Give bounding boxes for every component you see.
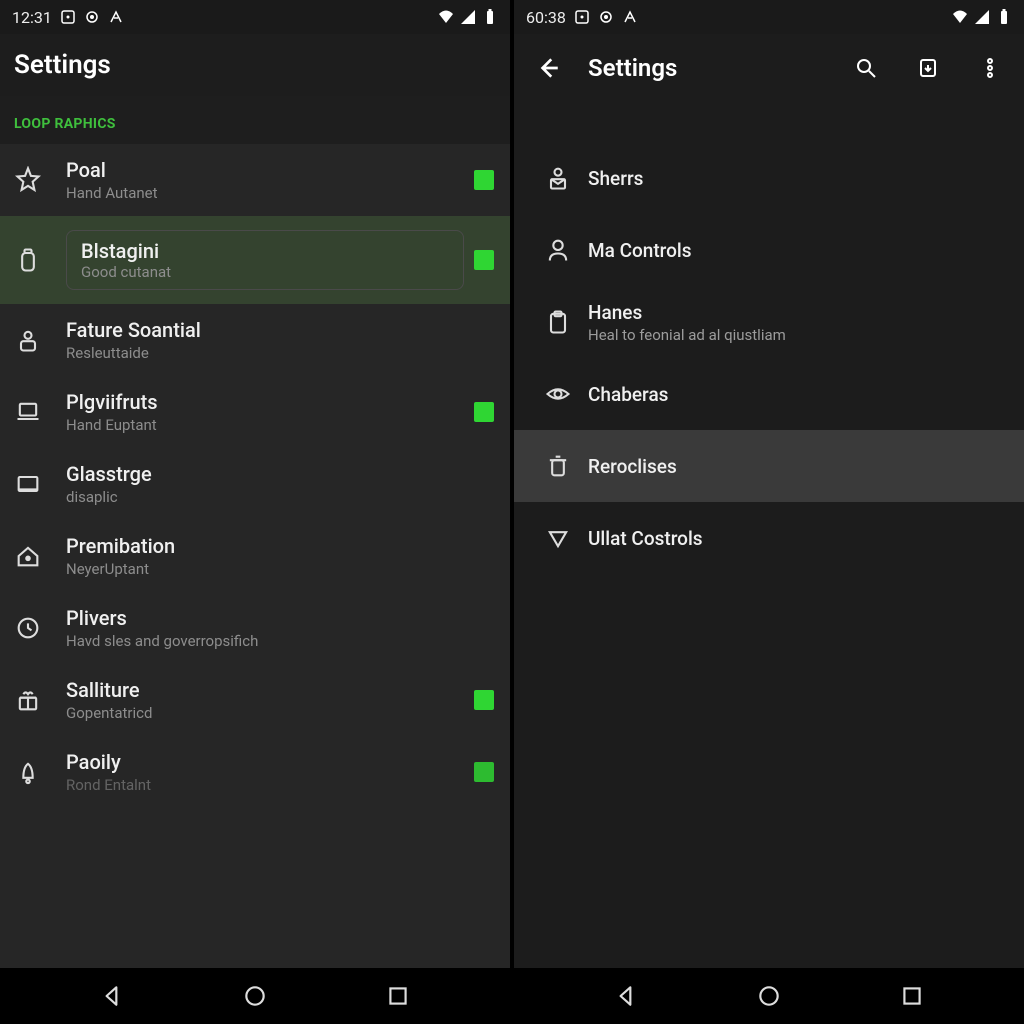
- person-icon: [528, 236, 588, 264]
- settings-row-blstagini[interactable]: Blstagini Good cutanat: [0, 216, 510, 304]
- nav-back-button[interactable]: [82, 976, 142, 1016]
- settings-row-ullat-costrols[interactable]: Ullat Costrols: [514, 502, 1024, 574]
- row-title: Reroclises: [588, 455, 1008, 478]
- row-subtitle: Resleuttaide: [66, 344, 494, 362]
- row-subtitle: Heal to feonial ad al qiustliam: [588, 326, 1008, 344]
- status-time: 60:38: [526, 8, 566, 27]
- jar-icon: [14, 246, 66, 274]
- signal-icon: [460, 9, 476, 25]
- row-subtitle: Hand Euptant: [66, 416, 464, 434]
- wifi-icon: [952, 9, 968, 25]
- left-screen: 12:31 Settings LOOP RAPHICS Poal Hand Au…: [0, 0, 512, 1024]
- row-title: Plgviifruts: [66, 390, 464, 414]
- status-indicator-icon: [622, 9, 638, 25]
- battery-icon: [482, 9, 498, 25]
- status-indicator: [474, 690, 494, 710]
- status-bar: 60:38: [514, 0, 1024, 34]
- settings-list: Poal Hand Autanet Blstagini Good cutanat…: [0, 144, 510, 968]
- settings-row-chaberas[interactable]: Chaberas: [514, 358, 1024, 430]
- row-title: Paoily: [66, 750, 464, 774]
- signal-icon: [974, 9, 990, 25]
- status-indicator: [474, 402, 494, 422]
- row-title: Sherrs: [588, 167, 1008, 190]
- star-icon: [14, 166, 66, 194]
- settings-list: Sherrs Ma Controls Hanes Heal to feonial…: [514, 102, 1024, 968]
- settings-row-salliture[interactable]: Salliture Gopentatricd: [0, 664, 510, 736]
- status-indicator-icon: [108, 9, 124, 25]
- nav-home-button[interactable]: [739, 976, 799, 1016]
- settings-row-glasstrge[interactable]: Glasstrge disaplic: [0, 448, 510, 520]
- settings-row-plgviifruts[interactable]: Plgviifruts Hand Euptant: [0, 376, 510, 448]
- page-title: Settings: [14, 50, 111, 80]
- row-subtitle: Rond Entalnt: [66, 776, 464, 794]
- rect-dash-icon: [14, 470, 66, 498]
- nav-recents-button[interactable]: [368, 976, 428, 1016]
- section-header: LOOP RAPHICS: [0, 96, 510, 144]
- nav-bar: [0, 968, 510, 1024]
- wifi-icon: [438, 9, 454, 25]
- person-mail-icon: [528, 164, 588, 192]
- overflow-menu-button[interactable]: [968, 46, 1012, 90]
- header: Settings: [0, 34, 510, 96]
- status-indicator: [474, 250, 494, 270]
- laptop-icon: [14, 398, 66, 426]
- row-subtitle: Gopentatricd: [66, 704, 464, 722]
- status-indicator-icon: [574, 9, 590, 25]
- settings-row-plivers[interactable]: Plivers Havd sles and goverropsifich: [0, 592, 510, 664]
- nav-bar: [514, 968, 1024, 1024]
- nav-back-button[interactable]: [596, 976, 656, 1016]
- row-subtitle: Hand Autanet: [66, 184, 464, 202]
- row-title: Plivers: [66, 606, 494, 630]
- settings-row-reroclises[interactable]: Reroclises: [514, 430, 1024, 502]
- settings-row-paoily[interactable]: Paoily Rond Entalnt: [0, 736, 510, 798]
- status-time: 12:31: [12, 8, 52, 27]
- row-subtitle: Good cutanat: [81, 263, 449, 281]
- row-title: Blstagini: [81, 239, 449, 263]
- gift-icon: [14, 686, 66, 714]
- row-subtitle: disaplic: [66, 488, 494, 506]
- status-bar: 12:31: [0, 0, 510, 34]
- row-subtitle: Havd sles and goverropsifich: [66, 632, 494, 650]
- row-title: Salliture: [66, 678, 464, 702]
- nav-recents-button[interactable]: [882, 976, 942, 1016]
- settings-row-fature[interactable]: Fature Soantial Resleuttaide: [0, 304, 510, 376]
- status-indicator: [474, 762, 494, 782]
- row-title: Chaberas: [588, 383, 1008, 406]
- home-icon: [14, 542, 66, 570]
- settings-row-sherrs[interactable]: Sherrs: [514, 142, 1024, 214]
- right-screen: 60:38 Settings Sherrs Ma Controls: [512, 0, 1024, 1024]
- status-indicator-icon: [60, 9, 76, 25]
- status-indicator: [474, 170, 494, 190]
- row-title: Hanes: [588, 301, 1008, 324]
- status-indicator-icon: [84, 9, 100, 25]
- row-title: Premibation: [66, 534, 494, 558]
- row-title: Ma Controls: [588, 239, 1008, 262]
- settings-row-poal[interactable]: Poal Hand Autanet: [0, 144, 510, 216]
- row-title: Glasstrge: [66, 462, 494, 486]
- nav-home-button[interactable]: [225, 976, 285, 1016]
- back-button[interactable]: [526, 46, 570, 90]
- row-title: Fature Soantial: [66, 318, 494, 342]
- settings-row-ma-controls[interactable]: Ma Controls: [514, 214, 1024, 286]
- battery-icon: [996, 9, 1012, 25]
- settings-row-premibation[interactable]: Premibation NeyerUptant: [0, 520, 510, 592]
- trash-icon: [528, 452, 588, 480]
- clipboard-icon: [528, 308, 588, 336]
- search-button[interactable]: [844, 46, 888, 90]
- settings-row-hanes[interactable]: Hanes Heal to feonial ad al qiustliam: [514, 286, 1024, 358]
- clock-icon: [14, 614, 66, 642]
- bell-icon: [14, 758, 66, 786]
- page-title: Settings: [588, 54, 826, 82]
- status-indicator-icon: [598, 9, 614, 25]
- person-badge-icon: [14, 326, 66, 354]
- eye-icon: [528, 380, 588, 408]
- row-title: Poal: [66, 158, 464, 182]
- header: Settings: [514, 34, 1024, 102]
- archive-button[interactable]: [906, 46, 950, 90]
- row-subtitle: NeyerUptant: [66, 560, 494, 578]
- row-title: Ullat Costrols: [588, 527, 1008, 550]
- triangle-down-icon: [528, 524, 588, 552]
